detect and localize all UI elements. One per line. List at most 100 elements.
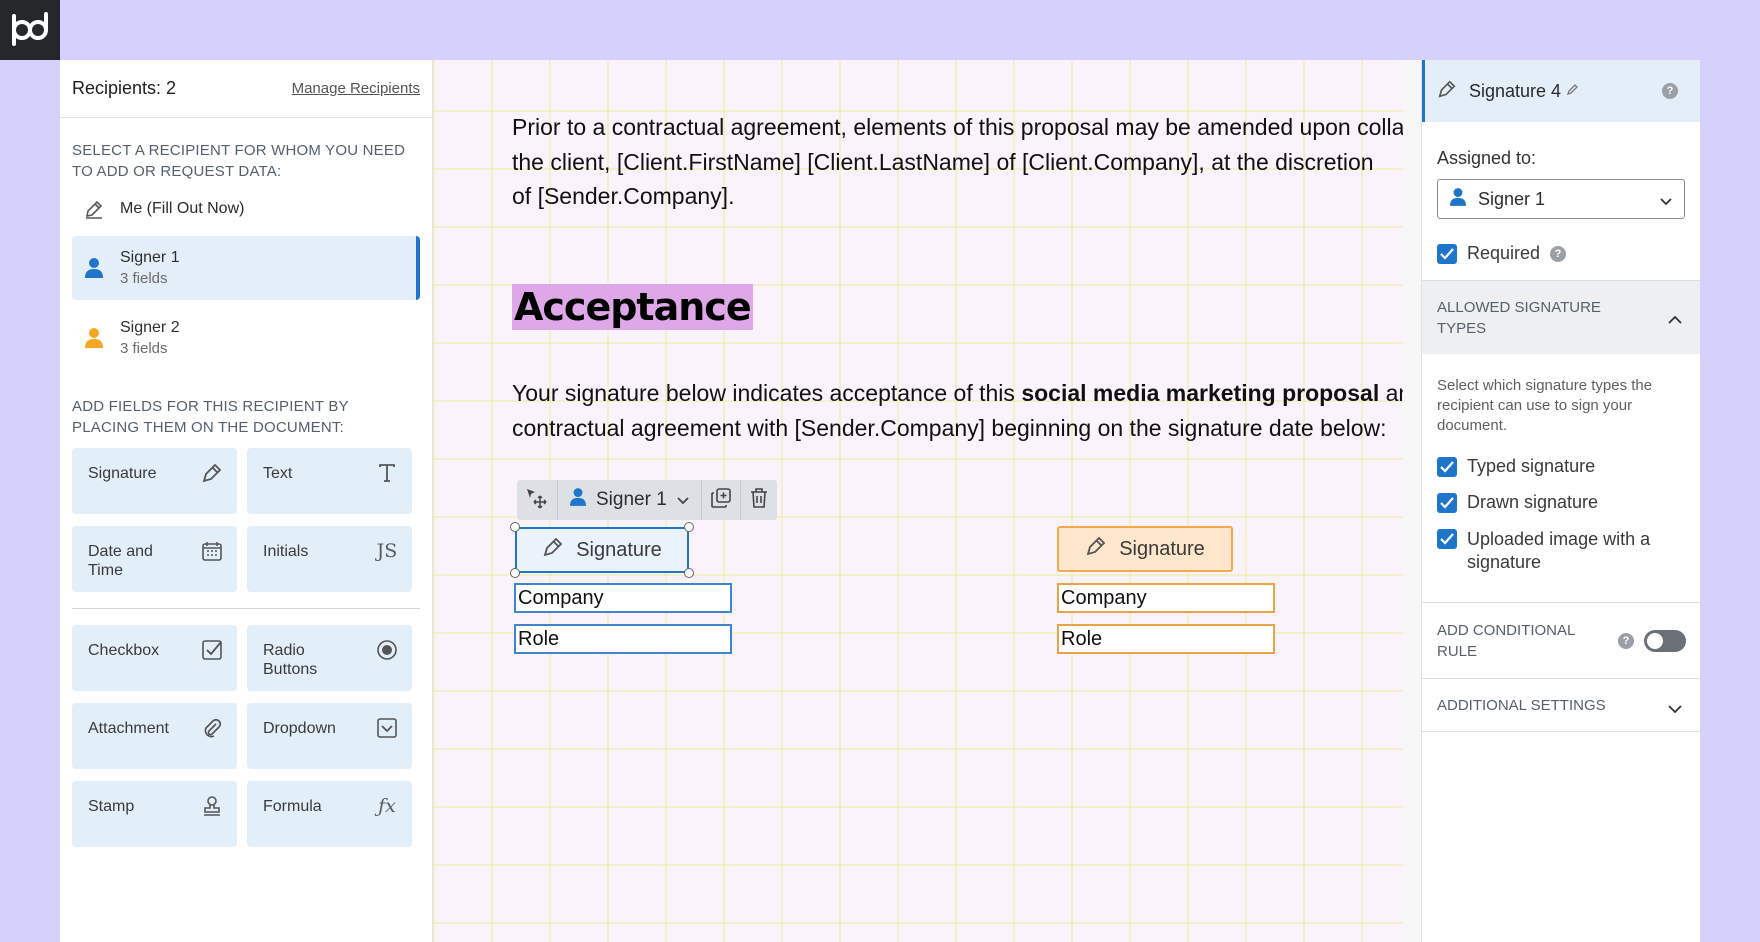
signature-icon <box>1437 79 1457 104</box>
dropdown-icon <box>376 717 398 739</box>
user-icon <box>570 487 586 513</box>
field-label: Formula <box>263 798 322 815</box>
toolbar-signer-label: Signer 1 <box>596 489 667 510</box>
field-title: Signature 4 <box>1469 80 1562 101</box>
field-tile-text[interactable]: Text <box>247 448 412 514</box>
type-option-uploaded: Uploaded image with a signature <box>1437 528 1700 574</box>
field-label: Stamp <box>88 798 135 815</box>
paperclip-icon <box>201 717 223 739</box>
primary-fields-grid: Signature Text Date and Time Initials JS <box>60 448 432 592</box>
document-scrollbar-track[interactable] <box>1403 60 1421 942</box>
field-label: Dropdown <box>263 720 336 737</box>
recipient-name: Signer 2 <box>120 319 180 336</box>
drawn-signature-checkbox[interactable] <box>1437 492 1457 513</box>
signature-icon <box>201 462 223 484</box>
add-fields-title: ADD FIELDS FOR THIS RECIPIENT BY PLACING… <box>72 398 349 436</box>
recipient-field-count: 3 fields <box>120 270 168 287</box>
text-run: Your signature below indicates acceptanc… <box>512 380 1022 406</box>
allowed-types-title: ALLOWED SIGNATURE TYPES <box>1437 298 1601 337</box>
field-label: Initials <box>263 543 309 560</box>
required-checkbox[interactable] <box>1437 243 1457 264</box>
additional-settings-title: ADDITIONAL SETTINGS <box>1437 696 1606 714</box>
recipient-signer-1[interactable]: Signer 1 3 fields <box>72 236 420 300</box>
help-icon[interactable]: ? <box>1550 245 1567 262</box>
additional-settings-section[interactable]: ADDITIONAL SETTINGS <box>1422 678 1700 732</box>
paragraph-line: Your signature below indicates acceptanc… <box>512 376 1403 411</box>
duplicate-icon <box>710 487 732 514</box>
field-label: Attachment <box>88 720 169 737</box>
initials-icon: JS <box>376 540 398 562</box>
field-label: Signature <box>88 465 157 482</box>
resize-handle[interactable] <box>684 522 694 532</box>
paragraph-line: of [Sender.Company]. <box>512 183 735 209</box>
typed-signature-label: Typed signature <box>1467 456 1596 476</box>
signature-icon <box>542 536 564 564</box>
paragraph-line: Prior to a contractual agreement, elemen… <box>512 114 1403 140</box>
field-toolbar: Signer 1 <box>517 480 777 520</box>
edit-pencil-icon[interactable] <box>1567 82 1579 100</box>
field-tile-dropdown[interactable]: Dropdown <box>247 703 412 769</box>
assigned-to-value: Signer 1 <box>1478 188 1546 209</box>
field-tile-formula[interactable]: Formula ƒx <box>247 781 412 847</box>
recipient-signer-2[interactable]: Signer 2 3 fields <box>72 306 420 370</box>
resize-handle[interactable] <box>510 522 520 532</box>
divider <box>72 608 420 609</box>
field-tile-signature[interactable]: Signature <box>72 448 237 514</box>
calendar-icon <box>201 540 223 562</box>
signature-field-label: Signature <box>576 538 662 561</box>
conditional-rule-toggle[interactable] <box>1644 630 1686 652</box>
uploaded-signature-checkbox[interactable] <box>1437 529 1457 549</box>
assigned-to-label: Assigned to: <box>1437 148 1537 168</box>
type-option-drawn: Drawn signature <box>1437 492 1700 513</box>
chevron-down-icon <box>1668 701 1682 719</box>
text-run: anc <box>1385 380 1403 406</box>
company-field-signer-2[interactable]: Company <box>1057 583 1275 613</box>
pandadoc-logo[interactable] <box>0 0 60 60</box>
pandadoc-logo-icon <box>12 12 49 46</box>
signature-icon <box>1085 535 1107 563</box>
allowed-types-description: Select which signature types the recipie… <box>1437 377 1653 434</box>
recipient-name: Me (Fill Out Now) <box>120 200 245 217</box>
recipients-count: Recipients: 2 <box>72 78 177 98</box>
field-tile-date-time[interactable]: Date and Time <box>72 526 237 592</box>
manage-recipients-link[interactable]: Manage Recipients <box>292 80 420 97</box>
recipient-name: Signer 1 <box>120 249 180 266</box>
delete-button[interactable] <box>741 480 777 520</box>
assigned-to-select[interactable]: Signer 1 <box>1437 179 1685 219</box>
required-row: Required ? <box>1437 243 1700 264</box>
field-tile-initials[interactable]: Initials JS <box>247 526 412 592</box>
signature-field-signer-1[interactable]: Signature <box>510 522 694 578</box>
stamp-icon <box>201 795 223 817</box>
role-field-signer-1[interactable]: Role <box>514 624 732 654</box>
help-icon[interactable]: ? <box>1662 83 1678 99</box>
field-properties-panel: Signature 4 ? Assigned to: Signer 1 Requ… <box>1421 60 1700 942</box>
required-label: Required <box>1467 243 1541 263</box>
signature-field-signer-2[interactable]: Signature <box>1057 526 1233 572</box>
field-tile-checkbox[interactable]: Checkbox <box>72 625 237 691</box>
typed-signature-checkbox[interactable] <box>1437 456 1457 477</box>
duplicate-button[interactable] <box>702 480 741 520</box>
resize-handle[interactable] <box>510 568 520 578</box>
user-icon <box>1450 187 1466 212</box>
role-field-signer-2[interactable]: Role <box>1057 624 1275 654</box>
trash-icon <box>749 487 769 514</box>
company-field-signer-1[interactable]: Company <box>514 583 732 613</box>
select-recipient-title: SELECT A RECIPIENT FOR WHOM YOU NEED TO … <box>72 142 406 180</box>
chevron-down-icon <box>1660 193 1672 211</box>
allowed-signature-types-header[interactable]: ALLOWED SIGNATURE TYPES <box>1422 280 1700 354</box>
move-button[interactable] <box>517 480 558 520</box>
recipient-field-count: 3 fields <box>120 340 168 357</box>
recipients-header: Recipients: 2 Manage Recipients <box>60 60 432 118</box>
help-icon[interactable]: ? <box>1618 633 1634 649</box>
field-tile-attachment[interactable]: Attachment <box>72 703 237 769</box>
signature-field-label: Signature <box>1119 537 1205 560</box>
field-tile-radio-buttons[interactable]: Radio Buttons <box>247 625 412 691</box>
resize-handle[interactable] <box>684 568 694 578</box>
uploaded-signature-label: Uploaded image with a signature <box>1467 529 1651 572</box>
conditional-rule-section: ADD CONDITIONAL RULE ? <box>1422 602 1700 678</box>
field-tile-stamp[interactable]: Stamp <box>72 781 237 847</box>
assign-signer-dropdown[interactable]: Signer 1 <box>558 480 702 520</box>
secondary-fields-grid: Checkbox Radio Buttons Attachment Dropdo… <box>60 625 432 847</box>
document-canvas[interactable]: Prior to a contractual agreement, elemen… <box>433 60 1403 942</box>
recipient-me[interactable]: Me (Fill Out Now) <box>72 186 420 232</box>
